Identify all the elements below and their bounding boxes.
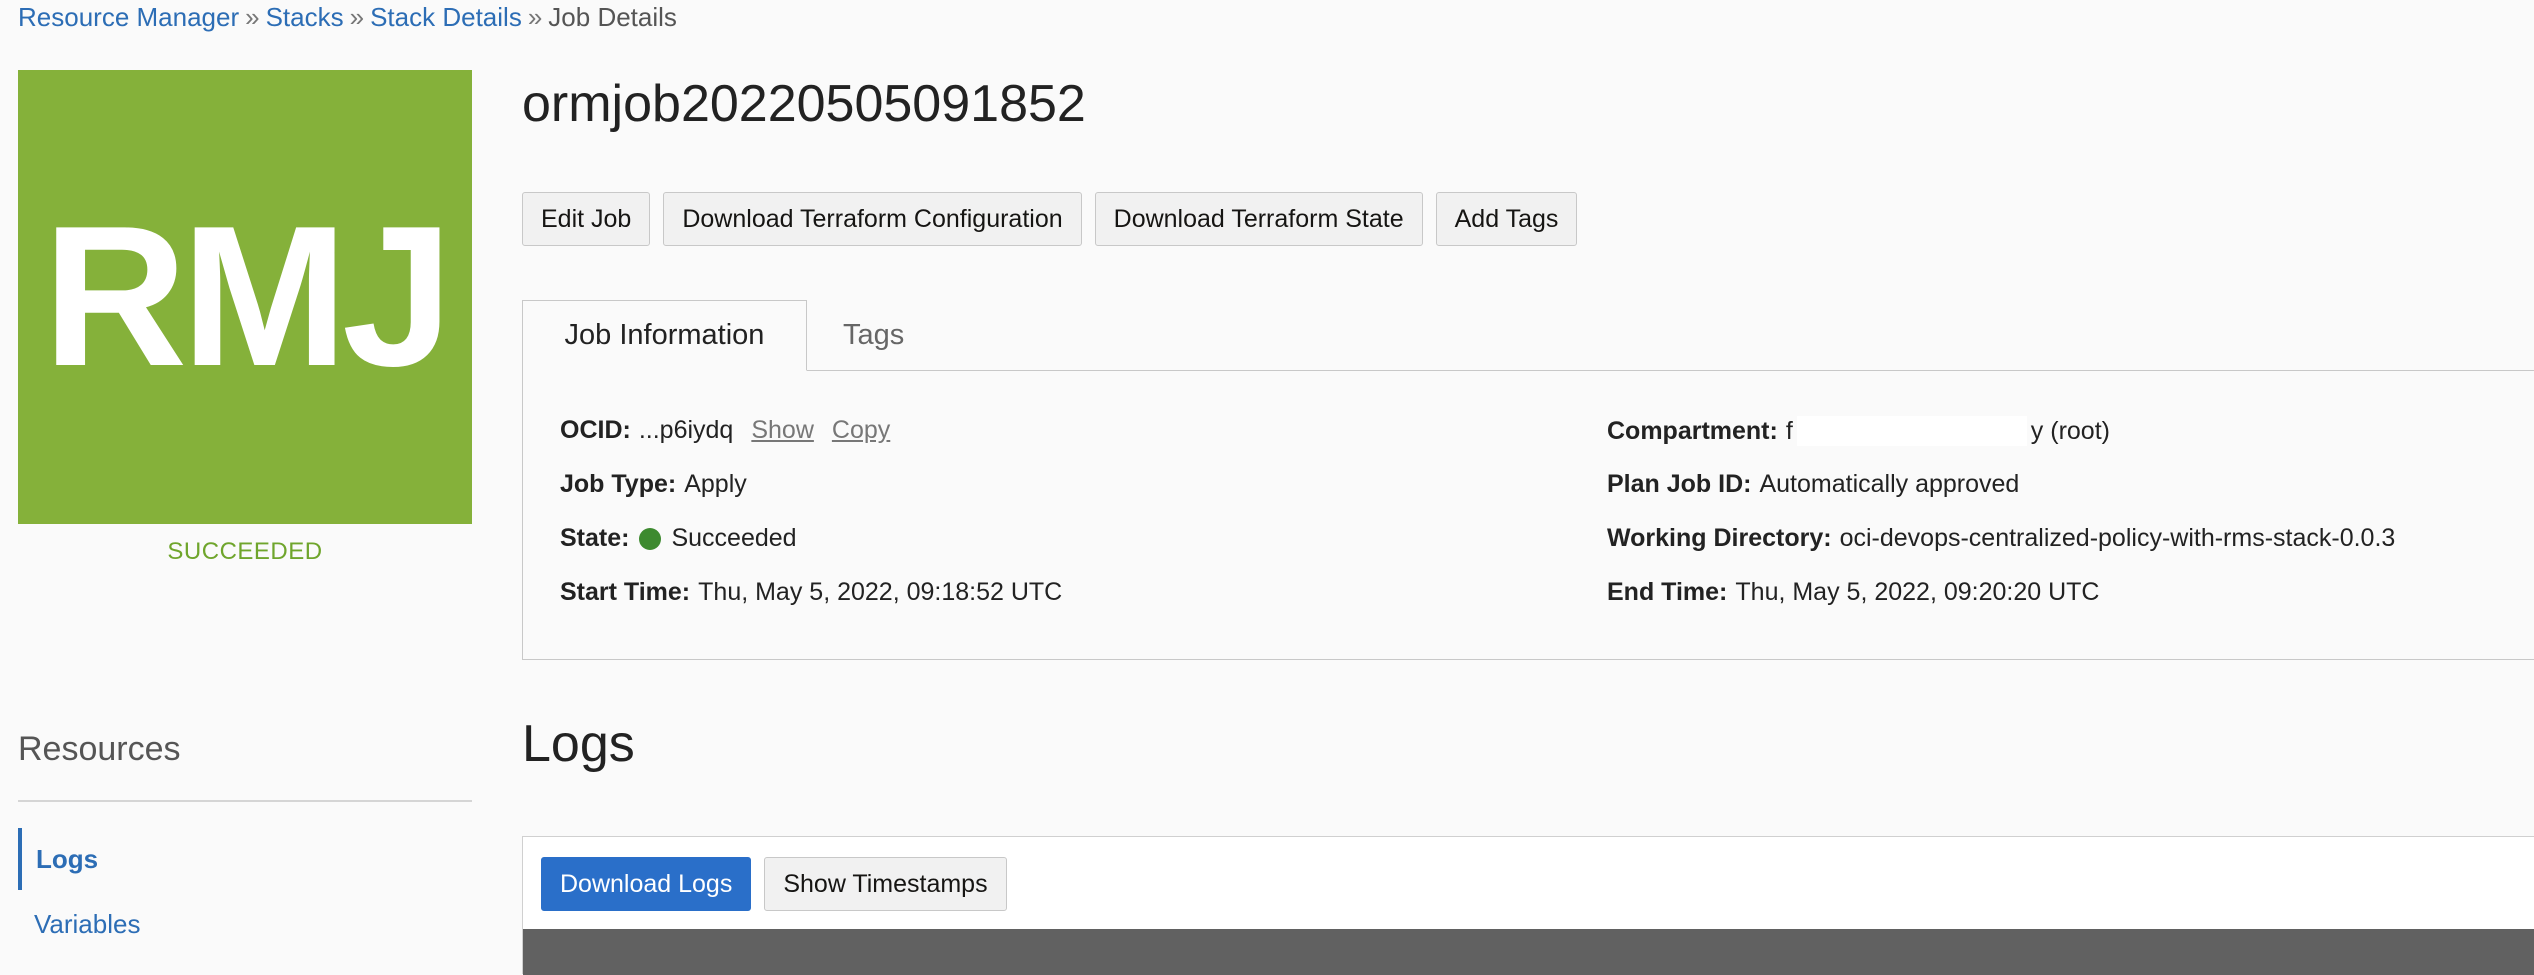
breadcrumb: Resource Manager» Stacks» Stack Details» Jo…	[18, 2, 677, 33]
job-information-panel: OCID: ...p6iydq Show Copy Job Type: Appl…	[522, 370, 2534, 660]
breadcrumb-separator: »	[349, 2, 365, 32]
download-terraform-state-button[interactable]: Download Terraform State	[1094, 192, 1423, 246]
job-type-row: Job Type: Apply	[560, 470, 747, 499]
breadcrumb-current: Job Details	[548, 2, 677, 32]
start-time-value: Thu, May 5, 2022, 09:18:52 UTC	[698, 578, 1063, 606]
ocid-show-link[interactable]: Show	[751, 416, 814, 445]
state-row: State: Succeeded	[560, 524, 797, 553]
download-terraform-configuration-button[interactable]: Download Terraform Configuration	[663, 192, 1082, 246]
breadcrumb-resource-manager[interactable]: Resource Manager	[18, 2, 239, 32]
resource-item-logs[interactable]: Logs	[18, 828, 98, 890]
breadcrumb-separator: »	[245, 2, 260, 32]
tab-job-information[interactable]: Job Information	[522, 300, 807, 371]
logs-toolbar: Download Logs Show Timestamps	[541, 857, 1007, 911]
plan-job-row: Plan Job ID: Automatically approved	[1607, 470, 2019, 499]
end-time-label: End Time:	[1607, 578, 1728, 606]
working-directory-value: oci-devops-centralized-policy-with-rms-s…	[1839, 524, 2396, 552]
ocid-value: ...p6iydq	[638, 416, 734, 444]
ocid-label: OCID:	[560, 416, 631, 444]
job-type-value: Apply	[684, 470, 747, 498]
show-timestamps-button[interactable]: Show Timestamps	[764, 857, 1007, 911]
details-tabs: Job Information Tags	[522, 300, 2534, 371]
compartment-label: Compartment:	[1607, 416, 1778, 445]
job-avatar-text: RMJ	[42, 185, 453, 408]
redacted-compartment-name	[1796, 416, 2027, 446]
state-label: State:	[560, 524, 630, 552]
breadcrumb-separator: »	[527, 2, 543, 32]
compartment-value-prefix: f	[1785, 416, 1793, 445]
resources-divider	[18, 800, 472, 802]
plan-job-label: Plan Job ID:	[1607, 470, 1752, 498]
breadcrumb-stack-details[interactable]: Stack Details	[370, 2, 522, 32]
end-time-value: Thu, May 5, 2022, 09:20:20 UTC	[1735, 578, 2100, 606]
plan-job-value: Automatically approved	[1759, 470, 2020, 498]
compartment-value-suffix: y (root)	[2030, 416, 2110, 445]
resources-heading: Resources	[18, 730, 181, 768]
job-state-label: SUCCEEDED	[167, 538, 323, 565]
start-time-label: Start Time:	[560, 578, 691, 606]
logs-console[interactable]	[523, 929, 2534, 975]
ocid-row: OCID: ...p6iydq Show Copy	[560, 416, 890, 445]
download-logs-button[interactable]: Download Logs	[541, 857, 752, 911]
edit-job-button[interactable]: Edit Job	[522, 192, 651, 246]
job-avatar: RMJ	[18, 70, 472, 524]
start-time-row: Start Time: Thu, May 5, 2022, 09:18:52 U…	[560, 578, 1062, 607]
logs-panel: Download Logs Show Timestamps	[522, 836, 2534, 975]
end-time-row: End Time: Thu, May 5, 2022, 09:20:20 UTC	[1607, 578, 2099, 607]
resource-item-variables[interactable]: Variables	[18, 893, 140, 955]
ocid-copy-link[interactable]: Copy	[832, 416, 890, 445]
working-directory-label: Working Directory:	[1607, 524, 1832, 552]
state-value: Succeeded	[671, 524, 797, 552]
add-tags-button[interactable]: Add Tags	[1435, 192, 1578, 246]
working-directory-row: Working Directory: oci-devops-centralize…	[1607, 524, 2395, 553]
breadcrumb-stacks[interactable]: Stacks	[266, 2, 344, 32]
logs-heading: Logs	[522, 715, 635, 773]
page-title: ormjob20220505091852	[522, 75, 1086, 133]
tab-tags[interactable]: Tags	[843, 300, 904, 370]
job-type-label: Job Type:	[560, 470, 677, 498]
status-success-icon	[639, 527, 662, 550]
job-actions-toolbar: Edit Job Download Terraform Configuratio…	[522, 192, 1578, 246]
compartment-row: Compartment: f y (root)	[1607, 416, 2110, 446]
